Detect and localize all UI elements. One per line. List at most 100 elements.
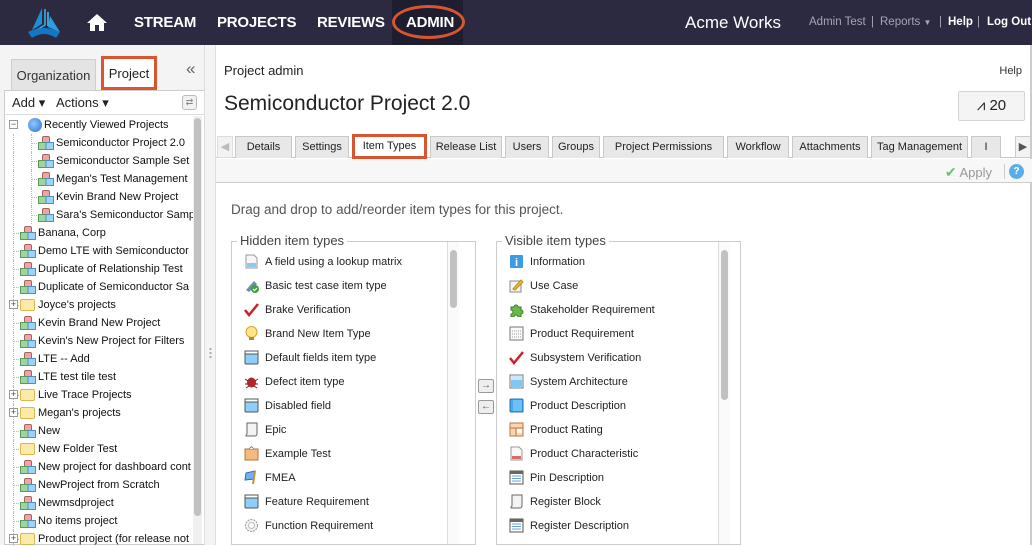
refresh-icon[interactable]: ⇄ [182, 95, 197, 110]
visible-item-type[interactable]: Subsystem Verification [497, 346, 740, 370]
tab-organization[interactable]: Organization [11, 59, 96, 90]
hidden-item-type[interactable]: Epic [232, 418, 475, 442]
collapse-icon[interactable]: − [9, 120, 18, 129]
tree-item[interactable]: Duplicate of Relationship Test [5, 260, 193, 278]
visible-item-type[interactable]: System Architecture [497, 370, 740, 394]
sidebar-splitter[interactable] [204, 45, 216, 545]
hidden-item-type[interactable]: FMEA [232, 466, 475, 490]
tree-item[interactable]: + Product project (for release not [5, 530, 193, 546]
tab-scroll-right-icon[interactable]: ▶ [1015, 136, 1031, 158]
tab-workflow[interactable]: Workflow [727, 136, 789, 158]
hidden-list-scroll-thumb[interactable] [450, 250, 457, 308]
tree-item[interactable]: Semiconductor Sample Set [5, 152, 193, 170]
home-icon[interactable] [86, 12, 108, 32]
tree-item[interactable]: New [5, 422, 193, 440]
hidden-item-type[interactable]: Disabled field [232, 394, 475, 418]
nav-projects[interactable]: PROJECTS [217, 14, 296, 31]
collapse-sidebar-icon[interactable]: « [186, 59, 195, 79]
logout-link[interactable]: Log Out [987, 16, 1031, 28]
help-link[interactable]: Help [948, 16, 973, 28]
tree-item[interactable]: Kevin Brand New Project [5, 188, 193, 206]
tree-item[interactable]: − Recently Viewed Projects [5, 116, 193, 134]
visible-item-type[interactable]: Register Description [497, 514, 740, 538]
tree-item[interactable]: Kevin's New Project for Filters [5, 332, 193, 350]
tab-tag-management[interactable]: Tag Management [871, 136, 968, 158]
visible-item-type[interactable]: Use Case [497, 274, 740, 298]
visible-list-scrollbar[interactable] [718, 242, 730, 544]
visible-item-type[interactable]: Product Rating [497, 418, 740, 442]
help-link[interactable]: Help [999, 65, 1022, 77]
visible-item-type[interactable]: Register Block [497, 490, 740, 514]
tab-users[interactable]: Users [505, 136, 549, 158]
tree-item[interactable]: Kevin Brand New Project [5, 314, 193, 332]
list-icon [509, 470, 524, 485]
tree-item[interactable]: Sara's Semiconductor Samp [5, 206, 193, 224]
tab-item-types[interactable]: Item Types [352, 134, 427, 159]
expand-icon[interactable]: + [9, 300, 18, 309]
hidden-item-type[interactable]: Brand New Item Type [232, 322, 475, 346]
tree-item[interactable]: + Megan's projects [5, 404, 193, 422]
tab-groups[interactable]: Groups [552, 136, 600, 158]
tab-scroll-left-icon[interactable]: ◀ [217, 136, 233, 158]
visible-item-type[interactable]: Product Description [497, 394, 740, 418]
tree-scrollbar[interactable] [193, 116, 202, 544]
tree-item[interactable]: NewProject from Scratch [5, 476, 193, 494]
form-icon [509, 326, 524, 341]
tab-attachments[interactable]: Attachments [792, 136, 868, 158]
tab-project[interactable]: Project [101, 56, 157, 90]
tree-item[interactable]: LTE -- Add [5, 350, 193, 368]
user-menu[interactable]: Admin Test [809, 16, 866, 28]
tree-connector [13, 134, 14, 152]
expand-icon[interactable]: + [9, 534, 18, 543]
activity-button[interactable]: ⩘ 20 [958, 91, 1025, 121]
tab-settings[interactable]: Settings [295, 136, 349, 158]
tree-item[interactable]: Duplicate of Semiconductor Sa [5, 278, 193, 296]
expand-icon[interactable]: + [9, 390, 18, 399]
visible-item-type[interactable]: Pin Description [497, 466, 740, 490]
tree-item[interactable]: No items project [5, 512, 193, 530]
hidden-list-scrollbar[interactable] [447, 242, 459, 544]
tree-item[interactable]: Newmsdproject [5, 494, 193, 512]
visible-item-type[interactable]: Product Characteristic [497, 442, 740, 466]
tree-item[interactable]: Semiconductor Project 2.0 [5, 134, 193, 152]
apply-button[interactable]: ✔ Apply [945, 164, 992, 181]
architecture-icon [509, 374, 524, 389]
actions-menu-button[interactable]: Actions ▾ [56, 95, 109, 111]
bug-icon [244, 377, 259, 389]
tab-release-list[interactable]: Release List [430, 136, 502, 158]
tree-item[interactable]: New project for dashboard cont [5, 458, 193, 476]
visible-list-scroll-thumb[interactable] [721, 250, 728, 400]
help-icon[interactable]: ? [1009, 164, 1024, 179]
reports-menu[interactable]: Reports ▼ [880, 16, 931, 28]
tree-item[interactable]: Megan's Test Management [5, 170, 193, 188]
move-left-button[interactable]: ← [478, 400, 494, 414]
nav-stream[interactable]: STREAM [134, 14, 196, 31]
hidden-item-type[interactable]: Defect item type [232, 370, 475, 394]
expand-icon[interactable]: + [9, 408, 18, 417]
tree-item[interactable]: Demo LTE with Semiconductor [5, 242, 193, 260]
visible-item-type[interactable]: i Information [497, 250, 740, 274]
item-type-label: Basic test case item type [265, 280, 387, 292]
hidden-item-type[interactable]: Feature Requirement [232, 490, 475, 514]
tab-i[interactable]: I [971, 136, 1001, 158]
tab-details[interactable]: Details [235, 136, 292, 158]
tree-item[interactable]: + Joyce's projects [5, 296, 193, 314]
tree-item[interactable]: New Folder Test [5, 440, 193, 458]
hidden-item-type[interactable]: Function Requirement [232, 514, 475, 538]
nav-reviews[interactable]: REVIEWS [317, 14, 385, 31]
tree-item[interactable]: Banana, Corp [5, 224, 193, 242]
tree-scrollbar-thumb[interactable] [194, 118, 201, 516]
hidden-item-type[interactable]: Basic test case item type [232, 274, 475, 298]
hidden-item-type[interactable]: Default fields item type [232, 346, 475, 370]
add-menu-button[interactable]: Add ▾ [12, 95, 45, 111]
hidden-item-type[interactable]: A field using a lookup matrix [232, 250, 475, 274]
hidden-item-type[interactable]: Brake Verification [232, 298, 475, 322]
tree-item[interactable]: LTE test tile test [5, 368, 193, 386]
tab-project-permissions[interactable]: Project Permissions [603, 136, 724, 158]
app-logo[interactable] [26, 6, 62, 40]
visible-item-type[interactable]: Stakeholder Requirement [497, 298, 740, 322]
hidden-item-type[interactable]: Example Test [232, 442, 475, 466]
visible-item-type[interactable]: Product Requirement [497, 322, 740, 346]
move-right-button[interactable]: → [478, 379, 494, 393]
tree-item[interactable]: + Live Trace Projects [5, 386, 193, 404]
